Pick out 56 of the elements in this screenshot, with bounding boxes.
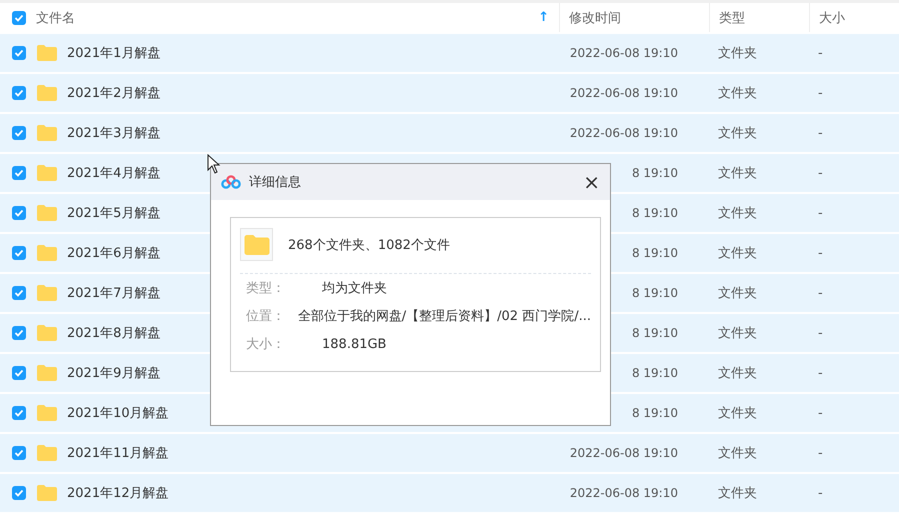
file-name: 2021年11月解盘	[67, 445, 169, 462]
table-cell: -	[818, 246, 823, 260]
file-name: 2021年4月解盘	[67, 165, 160, 182]
table-cell-text: 8 19:10	[630, 166, 678, 180]
file-name: 2021年3月解盘	[67, 125, 160, 142]
table-cell-text: 8 19:10	[630, 206, 678, 220]
table-cell-text: 文件夹	[718, 445, 757, 462]
table-cell-text: 文件夹	[718, 485, 757, 502]
detail-value: 全部位于我的网盘/【整理后资料】/02 西门学院/...	[298, 308, 591, 325]
table-cell-text: 2022-06-08 19:10	[568, 126, 678, 140]
summary-text: 268个文件夹、1082个文件	[288, 236, 450, 254]
file-name: 2021年1月解盘	[67, 45, 160, 62]
table-cell-text: 2022-06-08 19:10	[568, 446, 678, 460]
table-cell: -	[818, 126, 823, 140]
table-cell-text: 8 19:10	[630, 406, 678, 420]
detail-value: 188.81GB	[322, 336, 386, 352]
table-cell: -	[818, 366, 823, 380]
file-name: 2021年12月解盘	[67, 485, 169, 502]
table-cell-text: 文件夹	[718, 205, 757, 222]
table-cell-text: 2022-06-08 19:10	[568, 486, 678, 500]
file-name: 2021年6月解盘	[67, 245, 160, 262]
table-cell-text: 文件夹	[718, 325, 757, 342]
table-cell: -	[818, 46, 823, 60]
table-cell: -	[818, 86, 823, 100]
table-cell: -	[818, 286, 823, 300]
table-cell-text: 文件夹	[718, 405, 757, 422]
table-cell-text: 文件夹	[718, 365, 757, 382]
table-cell: -	[818, 486, 823, 500]
detail-label: 位置：	[246, 308, 286, 325]
table-cell-text: 2022-06-08 19:10	[568, 86, 678, 100]
table-cell: -	[818, 166, 823, 180]
detail-label: 大小：	[246, 336, 286, 353]
table-cell-text: 8 19:10	[630, 366, 678, 380]
table-cell-text: 文件夹	[718, 125, 757, 142]
file-name: 2021年8月解盘	[67, 325, 160, 342]
table-cell-text: 文件夹	[718, 85, 757, 102]
table-cell-text: 文件夹	[718, 165, 757, 182]
file-name: 2021年9月解盘	[67, 365, 160, 382]
file-name: 2021年5月解盘	[67, 205, 160, 222]
table-cell: -	[818, 326, 823, 340]
table-cell-text: 文件夹	[718, 45, 757, 62]
table-cell-text: 8 19:10	[630, 326, 678, 340]
table-cell-text: 2022-06-08 19:10	[568, 46, 678, 60]
file-name: 2021年2月解盘	[67, 85, 160, 102]
table-cell-text: 8 19:10	[630, 246, 678, 260]
table-cell: -	[818, 446, 823, 460]
table-cell-text: 8 19:10	[630, 286, 678, 300]
table-cell-text: 文件夹	[718, 245, 757, 262]
table-cell: -	[818, 206, 823, 220]
dialog-title: 详细信息	[249, 174, 301, 191]
table-cell: -	[818, 406, 823, 420]
detail-value: 均为文件夹	[322, 280, 387, 297]
file-name: 2021年7月解盘	[67, 285, 160, 302]
file-name: 2021年10月解盘	[67, 405, 169, 422]
table-cell-text: 文件夹	[718, 285, 757, 302]
detail-label: 类型：	[246, 280, 286, 297]
